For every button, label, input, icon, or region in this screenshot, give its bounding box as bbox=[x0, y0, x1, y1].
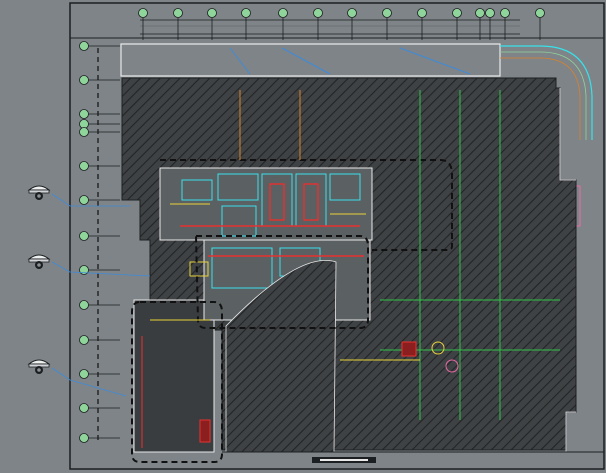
grid-bubble-left bbox=[79, 127, 89, 137]
grid-bubble-left bbox=[79, 403, 89, 413]
grid-bubble-left bbox=[79, 335, 89, 345]
grid-bubble-top bbox=[485, 8, 495, 18]
grid-bubble-left bbox=[79, 109, 89, 119]
grid-bubble-left bbox=[79, 300, 89, 310]
grid-bubble-top bbox=[452, 8, 462, 18]
grid-bubble-left bbox=[79, 41, 89, 51]
security-camera-icon[interactable] bbox=[26, 180, 52, 202]
grid-bubble-left bbox=[79, 161, 89, 171]
floor-plan-drawing[interactable] bbox=[0, 0, 606, 473]
grid-bubble-top bbox=[173, 8, 183, 18]
grid-bubble-top bbox=[241, 8, 251, 18]
grid-bubble-left bbox=[79, 433, 89, 443]
grid-bubble-left bbox=[79, 231, 89, 241]
grid-bubble-left bbox=[79, 369, 89, 379]
grid-bubble-top bbox=[347, 8, 357, 18]
security-camera-icon[interactable] bbox=[26, 249, 52, 271]
grid-bubble-top bbox=[313, 8, 323, 18]
grid-bubble-left bbox=[79, 75, 89, 85]
security-camera-icon[interactable] bbox=[26, 354, 52, 376]
grid-bubble-top bbox=[382, 8, 392, 18]
grid-bubble-top bbox=[278, 8, 288, 18]
grid-bubble-top bbox=[535, 8, 545, 18]
grid-bubble-top bbox=[417, 8, 427, 18]
cad-viewport[interactable] bbox=[0, 0, 606, 473]
grid-bubble-top bbox=[475, 8, 485, 18]
grid-bubble-top bbox=[207, 8, 217, 18]
grid-bubble-left bbox=[79, 195, 89, 205]
grid-bubble-top bbox=[138, 8, 148, 18]
scale-bar bbox=[312, 457, 376, 463]
grid-bubble-top bbox=[500, 8, 510, 18]
camera-legend bbox=[0, 0, 60, 473]
